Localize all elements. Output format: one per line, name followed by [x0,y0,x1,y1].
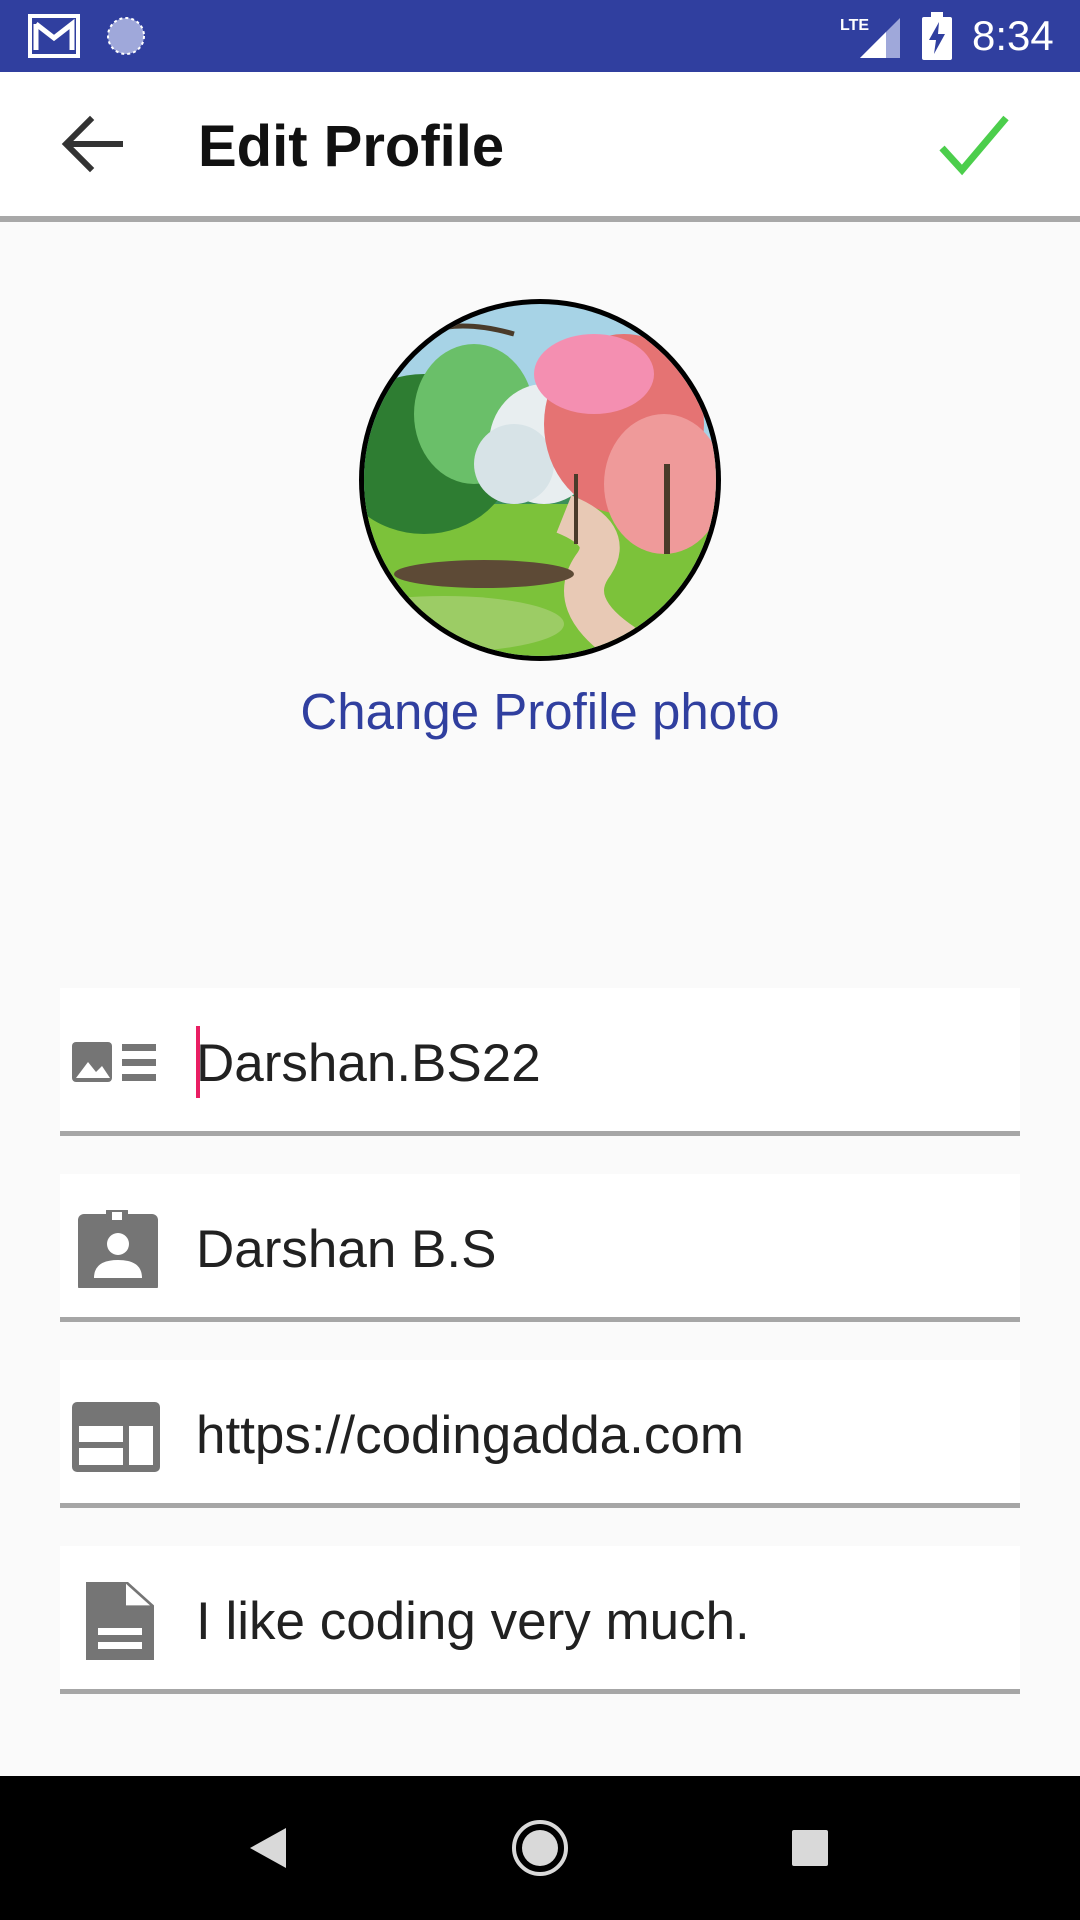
svg-text:LTE: LTE [840,17,869,34]
nav-home-icon[interactable] [510,1818,570,1878]
website-input[interactable]: https://codingadda.com [196,1404,744,1468]
change-profile-photo-link[interactable]: Change Profile photo [0,680,1080,744]
nav-recents-icon[interactable] [790,1828,830,1868]
arrow-back-icon[interactable] [58,110,126,178]
gmail-icon [28,14,80,58]
badge-person-icon [78,1210,158,1288]
field-underline [60,1503,1020,1508]
profile-photo-image [364,304,716,656]
navigation-bar [0,1776,1080,1920]
field-underline [60,1317,1020,1322]
description-field[interactable]: I like coding very much. [60,1546,1020,1694]
username-input[interactable]: Darshan.BS22 [196,1032,541,1096]
app-bar: Edit Profile [0,72,1080,216]
profile-card-icon [72,1042,156,1082]
username-field[interactable]: Darshan.BS22 [60,988,1020,1136]
status-time: 8:34 [972,12,1054,59]
check-icon[interactable] [938,112,1010,178]
app-bar-divider [0,216,1080,222]
field-underline [60,1689,1020,1694]
web-icon [72,1402,160,1472]
status-bar: LTE 8:34 [0,0,1080,72]
website-field[interactable]: https://codingadda.com [60,1360,1020,1508]
lte-signal-icon: LTE [840,17,900,58]
sync-icon [107,17,145,55]
battery-charging-icon [922,12,952,60]
display-name-input[interactable]: Darshan B.S [196,1218,496,1282]
nav-back-icon[interactable] [248,1826,288,1870]
description-input[interactable]: I like coding very much. [196,1590,750,1654]
document-icon [86,1582,154,1660]
profile-photo[interactable] [359,299,721,661]
page-title: Edit Profile [198,114,505,179]
field-underline [60,1131,1020,1136]
display-name-field[interactable]: Darshan B.S [60,1174,1020,1322]
